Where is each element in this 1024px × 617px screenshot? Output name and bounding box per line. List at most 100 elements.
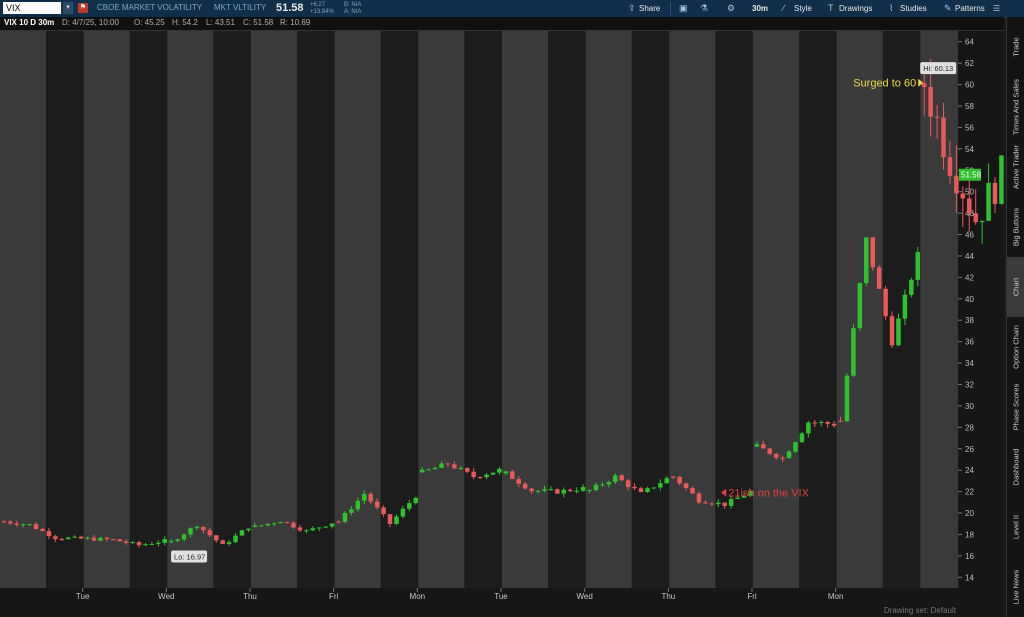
y-tick-label: 38 (965, 316, 974, 325)
candle-body (381, 507, 386, 515)
candle-body (471, 471, 476, 478)
share-button[interactable]: ⇪ Share (628, 2, 660, 15)
style-label: Style (794, 4, 812, 13)
candle-body (477, 477, 483, 479)
candle-body (870, 237, 875, 268)
settings-button[interactable]: ⚙ (727, 2, 738, 15)
candle-body (664, 478, 670, 484)
studies-button[interactable]: ⌇ Studies (889, 2, 927, 15)
menu-button[interactable]: ☰ (993, 2, 1000, 15)
bar-range: R: 10.69 (280, 18, 311, 27)
candle-body (606, 481, 612, 485)
y-tick-label: 64 (965, 38, 974, 47)
candle-body (522, 483, 528, 489)
x-tick-label: Mon (410, 592, 426, 601)
bar-close: C: 51.58 (243, 18, 274, 27)
candle-body (896, 318, 901, 346)
side-tab-label: Active Trader (1011, 144, 1021, 190)
drawing-set-label: Drawing set: Default (884, 606, 957, 615)
y-tick-label: 24 (965, 466, 974, 475)
candle-body (329, 523, 335, 527)
candle-body (368, 493, 373, 502)
session-band (669, 31, 716, 588)
candle-body (117, 539, 122, 542)
side-tab-dashboard[interactable]: Dashboard (1007, 437, 1024, 497)
candle-body (46, 530, 52, 537)
studies-label: Studies (900, 4, 927, 13)
symbol-input[interactable]: VIX (3, 2, 61, 14)
toolbar-divider (670, 2, 671, 15)
side-tab-level-ii[interactable]: Level II (1007, 497, 1024, 557)
candle-body (226, 542, 232, 545)
session-band (753, 31, 800, 588)
side-tab-chart[interactable]: Chart (1007, 257, 1024, 317)
candle-body (432, 467, 438, 470)
candle-body (696, 493, 702, 503)
flask-button[interactable]: ⚗ (700, 2, 711, 15)
candle-body (825, 421, 830, 424)
candle-body (156, 542, 161, 544)
candle-body (677, 476, 682, 484)
candle-body (8, 521, 13, 524)
session-band (251, 31, 298, 588)
candle-body (168, 541, 174, 543)
side-tab-times-and-sales[interactable]: Times And Sales (1007, 77, 1024, 137)
candle-body (91, 537, 97, 541)
candle-body (181, 534, 187, 540)
candle-body (136, 542, 142, 546)
side-tab-phase-scores[interactable]: Phase Scores (1007, 377, 1024, 437)
patterns-button[interactable]: ✎ Patterns (944, 2, 985, 15)
y-tick-label: 56 (965, 123, 974, 132)
candle-body (316, 527, 322, 529)
candle-body (960, 193, 966, 199)
candle-body (452, 464, 457, 469)
candle-body (252, 525, 258, 527)
session-band (585, 31, 632, 588)
price-chart[interactable]: 1416182022242628303234363840424446485052… (0, 31, 1004, 617)
high-label: Hi: 60.13 (923, 64, 953, 73)
candle-body (111, 539, 116, 541)
candle-body (831, 423, 837, 426)
side-tab-option-chain[interactable]: Option Chain (1007, 317, 1024, 377)
drawings-button[interactable]: T Drawings (828, 2, 872, 15)
candle-body (722, 502, 727, 506)
side-tab-trade[interactable]: Trade (1007, 17, 1024, 77)
candle-body (818, 421, 824, 423)
bar-low: L: 43.51 (206, 18, 235, 27)
candle-body (503, 471, 509, 474)
symbol-dropdown-icon[interactable]: ▾ (63, 2, 73, 14)
candle-body (728, 498, 734, 506)
side-tab-label: Phase Scores (1011, 383, 1021, 431)
snapshot-button[interactable]: ▣ (679, 2, 690, 15)
candle-body (40, 529, 45, 531)
candle-body (625, 480, 631, 487)
y-tick-label: 22 (965, 488, 974, 497)
candle-body (709, 503, 715, 505)
side-tab-live-news[interactable]: Live News (1007, 557, 1024, 617)
chart-title: VIX 10 D 30m (4, 18, 55, 27)
style-button[interactable]: ⁄ Style (783, 2, 812, 15)
interval-button[interactable]: 30m (752, 2, 768, 15)
share-icon: ⇪ (628, 3, 636, 13)
candle-body (812, 422, 818, 424)
candle-body (973, 213, 978, 223)
candle-body (72, 536, 77, 538)
candle-body (394, 516, 399, 524)
snapshot-icon: ▣ (679, 3, 688, 13)
candle-body (439, 463, 444, 468)
x-tick-label: Wed (577, 592, 593, 601)
candle-body (465, 468, 470, 472)
candle-body (426, 469, 431, 471)
share-label: Share (639, 4, 661, 13)
side-tab-label: Trade (1011, 37, 1021, 57)
side-tab-big-buttons[interactable]: Big Buttons (1007, 197, 1024, 257)
net-change: +6.27 (310, 2, 326, 8)
side-tab-active-trader[interactable]: Active Trader (1007, 137, 1024, 197)
candle-body (342, 512, 348, 522)
y-tick-label: 62 (965, 59, 974, 68)
flag-icon[interactable]: ⚑ (78, 3, 88, 13)
ask-value: A: N/A (344, 9, 362, 15)
y-tick-label: 28 (965, 423, 974, 432)
drawings-label: Drawings (839, 4, 873, 13)
candle-body (336, 521, 341, 523)
